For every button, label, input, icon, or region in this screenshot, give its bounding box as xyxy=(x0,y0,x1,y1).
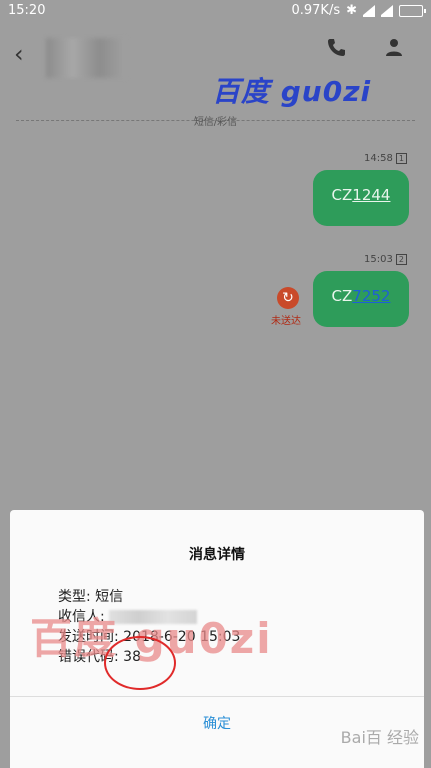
status-time: 15:20 xyxy=(8,3,46,18)
message-text-link[interactable]: 1244 xyxy=(352,186,390,204)
baidu-jingyan-logo: Bai百 经验 xyxy=(340,728,419,747)
contact-person-icon[interactable] xyxy=(384,37,404,61)
status-bar: 15:20 0.97K/s ✱ xyxy=(0,0,431,22)
message-time-text: 14:58 xyxy=(364,153,393,164)
message-bubble-2[interactable]: CZ7252 xyxy=(313,271,409,327)
message-time-text: 15:03 xyxy=(364,254,393,265)
status-icons: 0.97K/s ✱ xyxy=(291,3,426,18)
phone-icon[interactable] xyxy=(326,37,346,61)
message-bubble-1[interactable]: CZ1244 xyxy=(313,170,409,226)
message-time-1: 14:58 1 xyxy=(364,153,407,164)
message-text-prefix: CZ xyxy=(331,186,353,204)
network-speed: 0.97K/s xyxy=(291,3,341,18)
resend-icon[interactable]: ↻ xyxy=(277,287,299,309)
failed-status: 未送达 xyxy=(271,316,301,327)
message-time-2: 15:03 2 xyxy=(364,254,407,265)
message-text-prefix: CZ xyxy=(331,287,353,305)
red-circle-annotation xyxy=(104,636,176,690)
sim-badge-1: 1 xyxy=(395,153,407,164)
sim-badge-2: 2 xyxy=(395,254,407,265)
battery-icon xyxy=(399,4,426,17)
bluetooth-icon: ✱ xyxy=(346,3,357,18)
message-text-link[interactable]: 7252 xyxy=(352,287,390,305)
watermark-top: 百度 gu0zi xyxy=(212,75,372,108)
detail-type: 类型: 短信 xyxy=(58,589,124,605)
divider-label: 短信/彩信 xyxy=(193,117,238,128)
contact-name-blurred xyxy=(46,38,126,78)
signal-icon-2 xyxy=(381,4,393,17)
back-icon[interactable]: ‹ xyxy=(14,40,24,68)
dialog-title: 消息详情 xyxy=(189,547,245,563)
dialog-divider xyxy=(10,696,424,697)
signal-icon xyxy=(363,4,375,17)
